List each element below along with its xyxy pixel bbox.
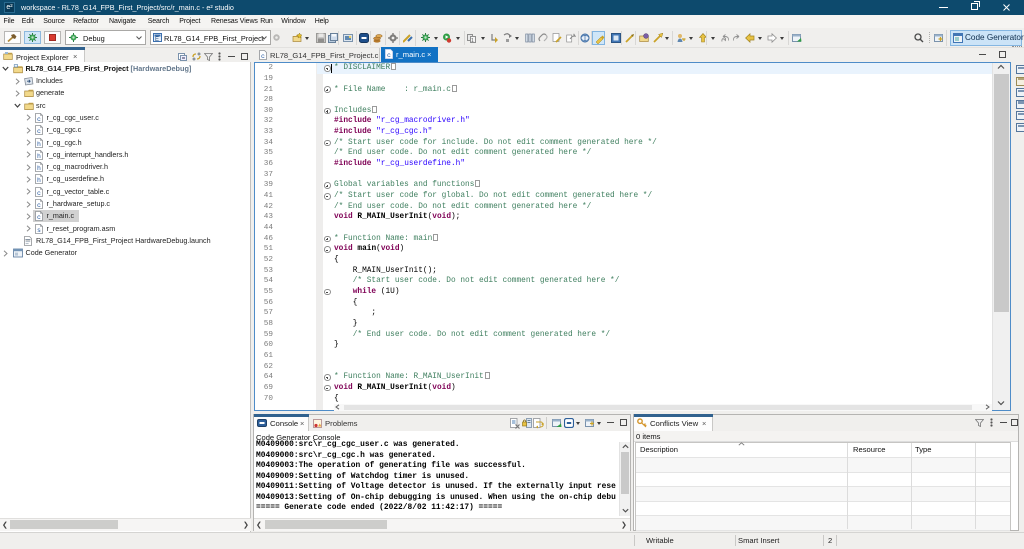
- svg-text:c: c: [37, 202, 41, 209]
- svg-text:1: 1: [471, 38, 474, 43]
- svg-text:s: s: [37, 227, 41, 234]
- svg-text:c: c: [37, 116, 41, 123]
- svg-text:c: c: [37, 128, 41, 135]
- svg-text:c: c: [261, 53, 265, 60]
- svg-text:c: c: [37, 214, 41, 221]
- svg-text:h: h: [37, 165, 41, 172]
- svg-text:h: h: [37, 178, 41, 185]
- svg-text:h: h: [37, 153, 41, 160]
- svg-text:c: c: [37, 190, 41, 197]
- svg-text:c: c: [387, 52, 391, 59]
- svg-text:h: h: [37, 141, 41, 148]
- svg-text:E: E: [155, 37, 159, 42]
